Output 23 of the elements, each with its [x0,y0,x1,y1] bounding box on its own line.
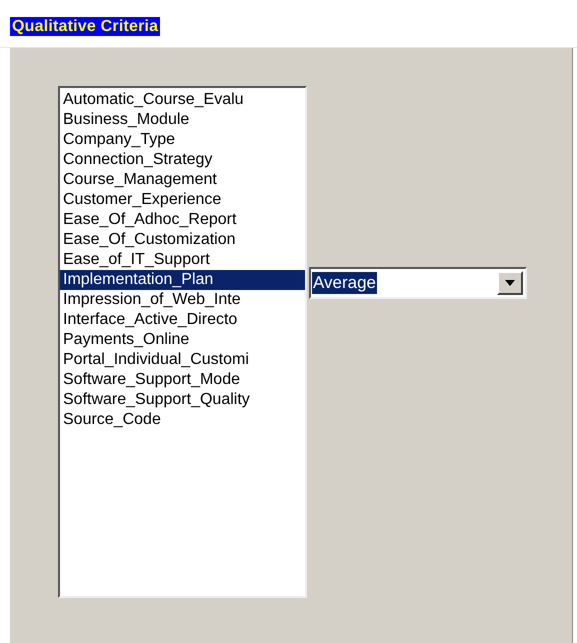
list-item[interactable]: Software_Support_Quality [60,390,305,410]
section-title: Qualitative Criteria [10,17,160,36]
list-item[interactable]: Ease_Of_Adhoc_Report [60,210,305,230]
list-item[interactable]: Connection_Strategy [60,150,305,170]
list-item[interactable]: Software_Support_Mode [60,370,305,390]
list-item[interactable]: Source_Code [60,410,305,430]
list-item[interactable]: Payments_Online [60,330,305,350]
rating-dropdown[interactable]: Average [309,267,527,299]
dropdown-button[interactable] [497,271,523,295]
caret-icon [505,280,515,286]
list-item[interactable]: Automatic_Course_Evalu [60,90,305,110]
list-item[interactable]: Course_Management [60,170,305,190]
list-item[interactable]: Customer_Experience [60,190,305,210]
list-item[interactable]: Portal_Individual_Customi [60,350,305,370]
dropdown-value: Average [312,272,378,294]
list-item[interactable]: Ease_of_IT_Support [60,250,305,270]
list-item[interactable]: Business_Module [60,110,305,130]
list-item[interactable]: Ease_Of_Customization [60,230,305,250]
list-item[interactable]: Company_Type [60,130,305,150]
list-item[interactable]: Implementation_Plan [60,270,305,290]
list-item[interactable]: Impression_of_Web_Inte [60,290,305,310]
list-item[interactable]: Interface_Active_Directo [60,310,305,330]
criteria-listbox[interactable] [58,86,307,598]
